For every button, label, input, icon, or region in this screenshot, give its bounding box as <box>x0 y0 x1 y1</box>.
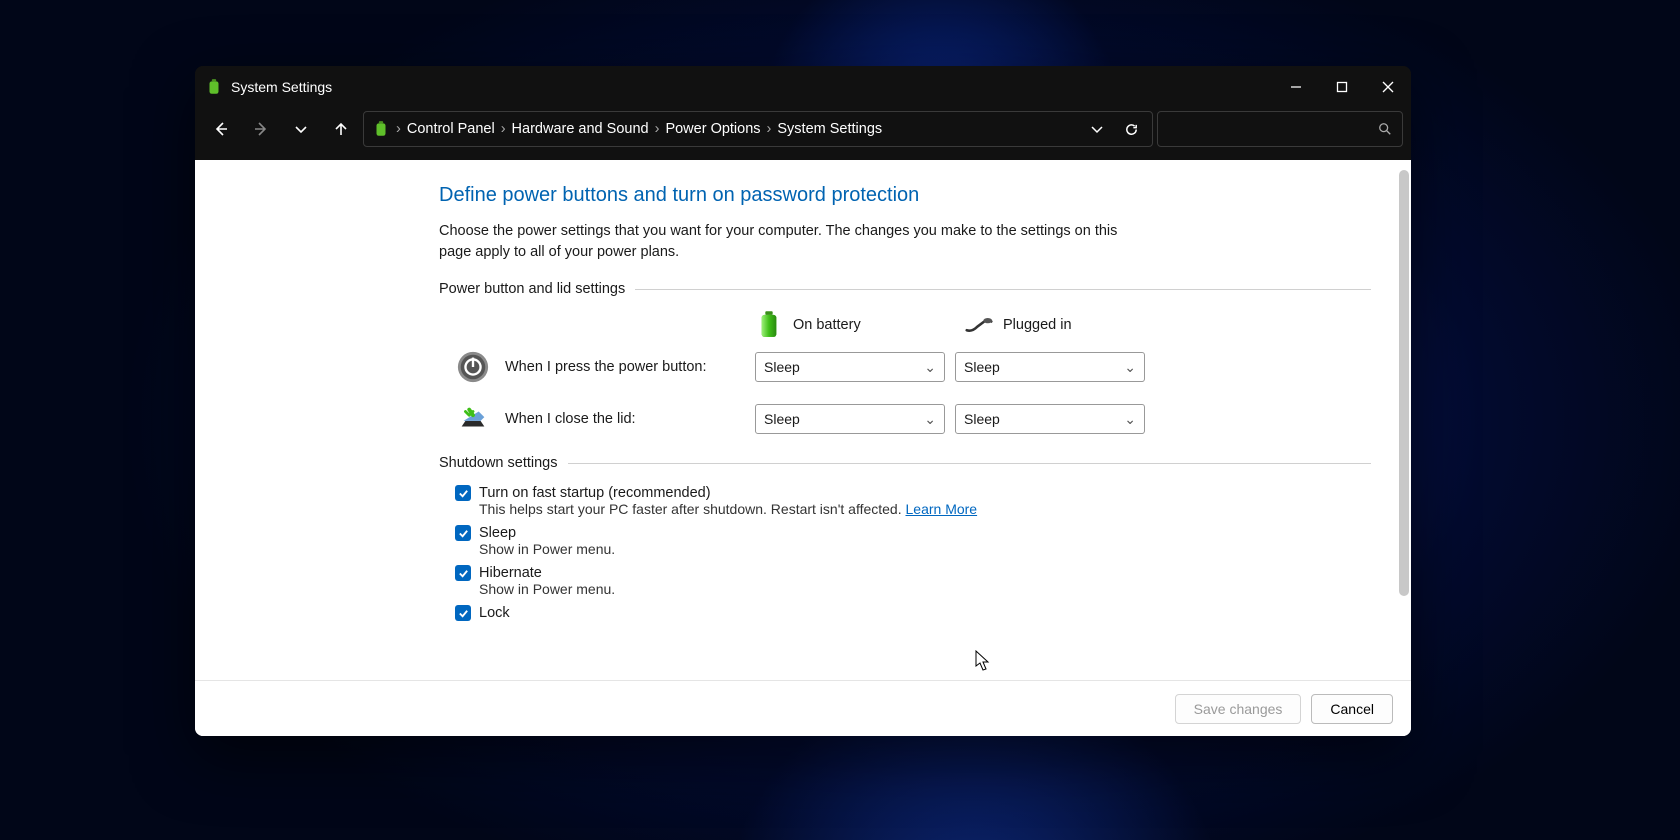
power-icon <box>455 349 491 385</box>
chevron-down-icon: ⌄ <box>1124 411 1136 428</box>
chevron-down-icon: ⌄ <box>924 359 936 376</box>
window-frame: System Settings › Control <box>195 66 1411 736</box>
battery-icon <box>755 311 783 339</box>
row-label: When I close the lid: <box>505 411 636 427</box>
learn-more-link[interactable]: Learn More <box>906 501 978 517</box>
column-header-battery: On battery <box>793 317 861 333</box>
back-button[interactable] <box>203 112 239 146</box>
close-lid-battery-select[interactable]: Sleep ⌄ <box>755 404 945 434</box>
laptop-lid-icon <box>455 401 491 437</box>
group-header-power-lid: Power button and lid settings <box>439 281 1371 297</box>
minimize-button[interactable] <box>1273 66 1319 108</box>
plug-icon <box>965 311 993 339</box>
forward-button[interactable] <box>243 112 279 146</box>
close-button[interactable] <box>1365 66 1411 108</box>
up-button[interactable] <box>323 112 359 146</box>
address-bar[interactable]: › Control Panel › Hardware and Sound › P… <box>363 111 1153 147</box>
breadcrumb-item[interactable]: Power Options <box>665 121 760 137</box>
chevron-down-icon: ⌄ <box>1124 359 1136 376</box>
footer: Save changes Cancel <box>195 680 1411 736</box>
history-dropdown-button[interactable] <box>283 112 319 146</box>
chevron-right-icon: › <box>499 121 508 137</box>
option-label: Lock <box>479 605 510 621</box>
content-pane: Define power buttons and turn on passwor… <box>195 160 1411 736</box>
close-lid-plugged-select[interactable]: Sleep ⌄ <box>955 404 1145 434</box>
option-label: Sleep <box>479 525 516 541</box>
chevron-right-icon: › <box>394 121 403 137</box>
breadcrumb-item[interactable]: Control Panel <box>407 121 495 137</box>
chevron-right-icon: › <box>765 121 774 137</box>
group-header-shutdown: Shutdown settings <box>439 455 1371 471</box>
battery-icon <box>205 78 223 96</box>
row-label: When I press the power button: <box>505 359 707 375</box>
refresh-button[interactable] <box>1116 114 1146 144</box>
battery-icon <box>372 120 390 138</box>
power-button-row: When I press the power button: Sleep ⌄ S… <box>455 349 1371 385</box>
sleep-option: Sleep Show in Power menu. <box>455 525 1371 557</box>
close-lid-row: When I close the lid: Sleep ⌄ Sleep ⌄ <box>455 401 1371 437</box>
search-input[interactable] <box>1157 111 1403 147</box>
power-button-plugged-select[interactable]: Sleep ⌄ <box>955 352 1145 382</box>
hibernate-checkbox[interactable] <box>455 565 471 581</box>
toolbar: › Control Panel › Hardware and Sound › P… <box>195 108 1411 160</box>
breadcrumb-item[interactable]: System Settings <box>777 121 882 137</box>
lock-checkbox[interactable] <box>455 605 471 621</box>
fast-startup-option: Turn on fast startup (recommended) This … <box>455 485 1371 517</box>
sleep-checkbox[interactable] <box>455 525 471 541</box>
save-changes-button[interactable]: Save changes <box>1175 694 1302 724</box>
breadcrumb-item[interactable]: Hardware and Sound <box>512 121 649 137</box>
power-button-battery-select[interactable]: Sleep ⌄ <box>755 352 945 382</box>
window-title: System Settings <box>231 79 332 95</box>
lock-option: Lock <box>455 605 1371 621</box>
chevron-right-icon: › <box>653 121 662 137</box>
fast-startup-checkbox[interactable] <box>455 485 471 501</box>
address-dropdown-button[interactable] <box>1082 114 1112 144</box>
option-label: Turn on fast startup (recommended) <box>479 485 711 501</box>
chevron-down-icon: ⌄ <box>924 411 936 428</box>
search-icon <box>1378 122 1392 136</box>
option-label: Hibernate <box>479 565 542 581</box>
page-description: Choose the power settings that you want … <box>439 221 1139 263</box>
column-headers: On battery Plugged in <box>455 311 1371 339</box>
hibernate-option: Hibernate Show in Power menu. <box>455 565 1371 597</box>
page-heading: Define power buttons and turn on passwor… <box>439 184 1371 207</box>
title-bar: System Settings <box>195 66 1411 108</box>
maximize-button[interactable] <box>1319 66 1365 108</box>
scrollbar-thumb[interactable] <box>1399 170 1409 596</box>
column-header-plugged: Plugged in <box>1003 317 1072 333</box>
cancel-button[interactable]: Cancel <box>1311 694 1393 724</box>
